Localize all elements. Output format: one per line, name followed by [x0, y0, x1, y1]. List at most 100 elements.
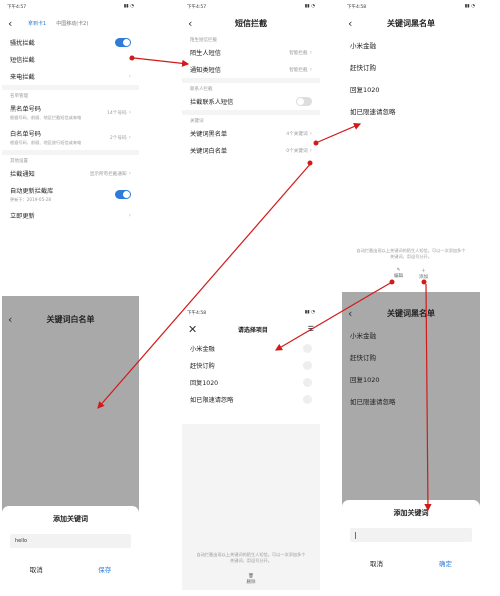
close-icon[interactable]: ✕ — [188, 323, 202, 336]
top-bar: ‹ 拿到卡1 中国移动(卡2) — [2, 14, 139, 32]
screen-select-items: 下午4:58 ▮▮ ◔ ✕ 请选择项目 ☰ 小米金融 赶快订购 回复1020 如已… — [182, 308, 320, 590]
row-label: 陌生人短信 — [190, 50, 221, 57]
row-blacklist[interactable]: 黑名单号码 根据号码、前缀、地区拦截短信或来电 14个号码 › — [2, 100, 139, 125]
toggle-harassment[interactable] — [115, 38, 131, 47]
page-title: 关键词白名单 — [46, 314, 95, 324]
edit-label: 编辑 — [394, 274, 403, 279]
list-item[interactable]: 如已限速请忽略 — [182, 391, 320, 408]
row-value: 0个关键词 — [286, 148, 308, 154]
back-arrow-icon[interactable]: ‹ — [8, 313, 22, 326]
chevron-right-icon: › — [309, 130, 312, 137]
item-label: 回复1020 — [190, 380, 219, 387]
keyword-input[interactable]: hello — [10, 534, 131, 548]
row-label: 来电拦截 — [10, 74, 35, 81]
signal-icon: ▮▮ ◔ — [464, 4, 475, 9]
list-item[interactable]: 赶快订购 — [182, 357, 320, 374]
row-notify[interactable]: 拦截通知 显示所有拦截通知 › — [2, 165, 139, 182]
list-item[interactable]: 回复1020 — [182, 374, 320, 391]
page-title: 请选择项目 — [237, 326, 268, 334]
signal-icon: ▮▮ ◔ — [304, 4, 315, 9]
row-autoupdate[interactable]: 自动更新拦截库 更新于：2019-05-28 — [2, 182, 139, 207]
back-arrow-icon[interactable]: ‹ — [188, 17, 202, 30]
hint-text: 自动拦截出现以上关键词的陌生人短信。可以一次添加多个关键词，用逗号分开。 — [356, 248, 466, 259]
checkbox[interactable] — [303, 361, 312, 370]
checkbox[interactable] — [303, 395, 312, 404]
toggle-autoupdate[interactable] — [115, 190, 131, 199]
signal-icon: ▮▮ ◔ — [304, 310, 315, 315]
row-value: 智能拦截 — [289, 50, 308, 56]
checkbox[interactable] — [303, 378, 312, 387]
list-item[interactable]: 赶快订购 — [342, 56, 480, 78]
empty-area — [182, 424, 320, 590]
list-item[interactable]: 小米金融 — [342, 34, 480, 56]
tab-sim1[interactable]: 拿到卡1 — [28, 20, 46, 27]
row-harassment[interactable]: 骚扰拦截 — [2, 34, 139, 51]
arrow-sms-to-screen2 — [133, 57, 190, 67]
section-list: 名单管理 — [10, 94, 28, 99]
row-call-block[interactable]: 来电拦截 › — [2, 68, 139, 85]
row-label: 拦截联系人短信 — [190, 99, 234, 106]
row-kw-black[interactable]: 关键词黑名单 4个关键词 › — [182, 125, 320, 142]
row-whitelist[interactable]: 白名单号码 根据号码、前缀、地区放行短信或来电 2个号码 › — [2, 125, 139, 150]
section-other: 其他设置 — [10, 159, 28, 164]
edit-button[interactable]: ✎ 编辑 — [394, 268, 403, 280]
top-bar: ‹ 短信拦截 — [182, 14, 320, 32]
row-label: 关键词黑名单 — [190, 131, 228, 138]
add-keyword-dialog: 添加关键词 hello 取消 保存 — [2, 506, 139, 586]
row-label: 黑名单号码 — [10, 106, 41, 113]
cancel-button[interactable]: 取消 — [2, 558, 71, 580]
status-time: 下午4:58 — [187, 311, 207, 316]
chevron-right-icon: › — [128, 56, 131, 63]
checkbox[interactable] — [303, 344, 312, 353]
chevron-right-icon: › — [309, 49, 312, 56]
text-cursor — [355, 532, 356, 539]
row-stranger[interactable]: 陌生人短信 智能拦截 › — [182, 44, 320, 61]
row-value: 4个关键词 — [286, 131, 308, 137]
screen-harassment-settings: 下午4:57 ▮▮ ◔ ‹ 拿到卡1 中国移动(卡2) 骚扰拦截 短信拦截 › 来电… — [2, 2, 139, 288]
add-button[interactable]: ＋添加 — [419, 268, 428, 280]
page-title: 关键词黑名单 — [387, 18, 435, 28]
dialog-title: 添加关键词 — [53, 515, 88, 523]
row-label: 骚扰拦截 — [10, 40, 35, 47]
add-label: 添加 — [419, 275, 428, 280]
list-item[interactable]: 小米金融 — [342, 324, 480, 346]
row-notice[interactable]: 通知类短信 智能拦截 › — [182, 61, 320, 78]
status-bar: 下午4:58 ▮▮ ◔ — [342, 2, 480, 12]
list-item[interactable]: 回复1020 — [342, 78, 480, 100]
row-contact[interactable]: 拦截联系人短信 — [182, 93, 320, 110]
chevron-right-icon: › — [128, 109, 131, 116]
delete-button[interactable]: 🗑 删除 — [182, 574, 320, 585]
top-bar: ✕ 请选择项目 ☰ — [182, 320, 320, 338]
row-label: 关键词白名单 — [190, 148, 228, 155]
screen-kw-whitelist-dialog: ‹ 关键词白名单 添加关键词 hello 取消 保存 — [2, 296, 139, 586]
list-item[interactable]: 小米金融 — [182, 340, 320, 357]
row-value: 智能拦截 — [289, 67, 308, 73]
chevron-right-icon: › — [128, 73, 131, 80]
select-all-icon[interactable]: ☰ — [308, 325, 314, 333]
page-title: 关键词黑名单 — [387, 308, 435, 318]
screen-kw-blacklist: 下午4:58 ▮▮ ◔ ‹ 关键词黑名单 小米金融 赶快订购 回复1020 如已限… — [342, 2, 480, 288]
chevron-right-icon: › — [128, 212, 131, 219]
chevron-right-icon: › — [309, 147, 312, 154]
list-item[interactable]: 如已限速请忽略 — [342, 390, 480, 412]
item-label: 小米金融 — [190, 346, 215, 353]
keyword-input[interactable] — [350, 528, 472, 542]
list-item[interactable]: 赶快订购 — [342, 346, 480, 368]
back-arrow-icon[interactable]: ‹ — [348, 307, 362, 320]
tab-sim2[interactable]: 中国移动(卡2) — [56, 20, 88, 27]
list-item[interactable]: 如已限速请忽略 — [342, 100, 480, 122]
toggle-contact[interactable] — [296, 97, 312, 106]
page-title: 短信拦截 — [235, 18, 267, 28]
row-update-now[interactable]: 立即更新 › — [2, 207, 139, 224]
cancel-button[interactable]: 取消 — [342, 552, 411, 574]
back-arrow-icon[interactable]: ‹ — [8, 17, 22, 30]
back-arrow-icon[interactable]: ‹ — [348, 17, 362, 30]
confirm-button[interactable]: 确定 — [411, 552, 480, 574]
row-sub: 更新于：2019-05-28 — [10, 197, 52, 202]
row-label: 拦截通知 — [10, 171, 35, 178]
row-sms-block[interactable]: 短信拦截 › — [2, 51, 139, 68]
row-kw-white[interactable]: 关键词白名单 0个关键词 › — [182, 142, 320, 159]
save-button[interactable]: 保存 — [71, 558, 140, 580]
chevron-right-icon: › — [128, 134, 131, 141]
list-item[interactable]: 回复1020 — [342, 368, 480, 390]
